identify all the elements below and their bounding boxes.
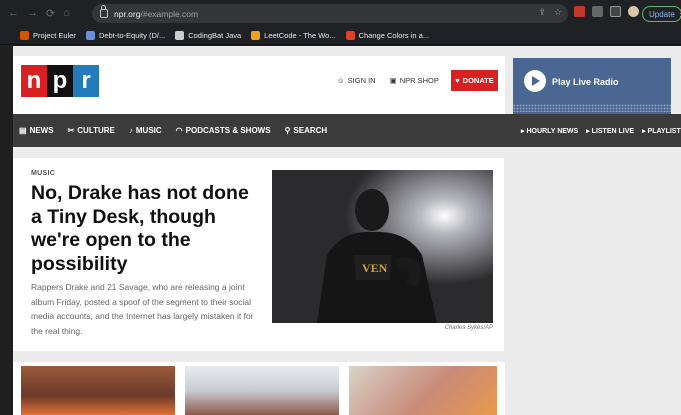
donate-button[interactable]: ♥ DONATE — [451, 70, 498, 91]
avatar[interactable] — [628, 6, 639, 17]
music-note-icon: ♪ — [128, 126, 133, 135]
user-icon: ☺ — [337, 76, 345, 85]
puzzle-icon[interactable] — [592, 6, 603, 17]
radio-link-label: HOURLY NEWS — [526, 127, 579, 135]
bookmark-favicon-icon — [20, 30, 29, 40]
story-thumb-houses[interactable] — [177, 362, 347, 415]
story-thumb-baseball[interactable] — [13, 362, 183, 415]
story-teaser: Rappers Drake and 21 Savage, who are rel… — [31, 282, 254, 336]
svg-text:VEN: VEN — [362, 261, 388, 275]
bookmark-label: Debt-to-Equity (D/... — [98, 30, 166, 40]
culture-icon: ✂ — [67, 126, 75, 135]
lead-story[interactable]: MUSIC No, Drake has not done a Tiny Desk… — [13, 158, 504, 351]
bookmarks-bar: Project Euler Debt-to-Equity (D/... Coding… — [0, 26, 681, 45]
story-headline[interactable]: No, Drake has not done a Tiny Desk, thou… — [31, 182, 261, 276]
bookmark-favicon-icon — [85, 30, 95, 40]
shop-bag-icon: ▣ — [389, 76, 397, 85]
radio-link[interactable]: ▸ HOURLY NEWS — [521, 127, 578, 135]
heart-icon: ♥ — [455, 76, 460, 85]
live-radio-panel[interactable]: Play Live Radio — [513, 58, 671, 114]
lock-icon — [100, 5, 108, 18]
bookmark-label: Change Colors in a... — [358, 30, 430, 40]
logo-letter: r — [73, 65, 99, 97]
radio-link-label: LISTEN LIVE — [591, 127, 635, 135]
bookmark-favicon-icon — [345, 30, 355, 40]
headphones-icon: ◠ — [175, 126, 183, 135]
extension-badge-icon[interactable] — [574, 6, 585, 17]
sidepanel-icon[interactable] — [610, 6, 621, 17]
bookmark-label: CodingBat Java — [188, 30, 242, 40]
nav-label: PODCASTS & SHOWS — [185, 126, 271, 135]
main-nav: ▤ NEWS ✂ CULTURE ♪ MUSIC ◠ PODCASTS & SHOWS ⚲ SEA… — [13, 114, 681, 147]
radio-link[interactable]: ▸ LISTEN LIVE — [586, 127, 634, 135]
nav-label: SEARCH — [293, 126, 328, 135]
radio-title: Play Live Radio — [552, 77, 619, 87]
newspaper-icon: ▤ — [19, 126, 27, 135]
play-icon[interactable] — [524, 70, 546, 92]
url-host: npr.org — [114, 8, 141, 19]
bookmark-item[interactable]: LeetCode - The Wo... — [251, 30, 336, 40]
site-header: npr ☺ SIGN IN ▣ NPR SHOP ♥ DONATE — [13, 56, 505, 114]
extensions — [574, 6, 639, 17]
nav-label: CULTURE — [77, 126, 115, 135]
donate-label: DONATE — [462, 76, 494, 85]
nav-podcasts-shows[interactable]: ◠ PODCASTS & SHOWS — [176, 126, 271, 135]
bookmark-label: LeetCode - The Wo... — [264, 30, 336, 40]
story-kicker[interactable]: MUSIC — [31, 170, 55, 177]
forward-icon[interactable]: → — [27, 7, 38, 20]
browser-nav: ← → ⟳ ⌂ — [0, 7, 92, 20]
radio-link[interactable]: ▸ PLAYLIST — [642, 127, 681, 135]
bookmark-item[interactable]: Change Colors in a... — [345, 30, 430, 40]
radio-link-label: PLAYLIST — [647, 127, 681, 135]
logo-letter: n — [21, 65, 47, 97]
search-icon: ⚲ — [284, 126, 291, 135]
nav-culture[interactable]: ✂ CULTURE — [68, 126, 115, 135]
address-bar[interactable]: npr.org /#example.com ⇪ ☆ — [92, 4, 568, 23]
browser-toolbar: ← → ⟳ ⌂ npr.org /#example.com ⇪ ☆ Update… — [0, 0, 681, 26]
story-photo[interactable]: VEN — [272, 170, 493, 323]
radio-links: ▸ HOURLY NEWS ▸ LISTEN LIVE ▸ PLAYLIST — [518, 114, 681, 147]
audio-wave-decoration — [513, 104, 671, 112]
sign-in-label: SIGN IN — [347, 76, 376, 85]
share-icon[interactable]: ⇪ — [538, 7, 546, 18]
npr-shop-link[interactable]: ▣ NPR SHOP — [390, 76, 439, 85]
shop-label: NPR SHOP — [399, 76, 439, 85]
bookmark-item[interactable]: Project Euler — [20, 30, 76, 40]
url-path: /#example.com — [140, 8, 199, 19]
nav-label: MUSIC — [135, 126, 162, 135]
sign-in-link[interactable]: ☺ SIGN IN — [337, 76, 376, 85]
left-margin — [0, 46, 13, 415]
bookmark-label: Project Euler — [33, 30, 76, 40]
nav-news[interactable]: ▤ NEWS — [19, 126, 54, 135]
photo-credit: Charles Sykes/AP — [444, 325, 493, 331]
bookmark-favicon-icon — [251, 30, 261, 40]
bookmark-star-icon[interactable]: ☆ — [554, 7, 562, 18]
logo-letter: p — [47, 65, 73, 97]
npr-logo[interactable]: npr — [21, 65, 99, 97]
menu-icon[interactable]: ⋮ — [676, 8, 681, 19]
bookmark-favicon-icon — [175, 30, 185, 40]
reload-icon[interactable]: ⟳ — [46, 7, 55, 20]
bookmark-item[interactable]: Debt-to-Equity (D/... — [85, 30, 166, 40]
npr-page: npr ☺ SIGN IN ▣ NPR SHOP ♥ DONATE Play L… — [0, 46, 681, 415]
story-thumb-lottery[interactable] — [341, 362, 505, 415]
nav-search[interactable]: ⚲ SEARCH — [285, 126, 328, 135]
bookmark-item[interactable]: CodingBat Java — [175, 30, 242, 40]
nav-label: NEWS — [29, 126, 54, 135]
home-icon[interactable]: ⌂ — [63, 7, 70, 20]
nav-music[interactable]: ♪ MUSIC — [129, 126, 162, 135]
back-icon[interactable]: ← — [8, 7, 19, 20]
